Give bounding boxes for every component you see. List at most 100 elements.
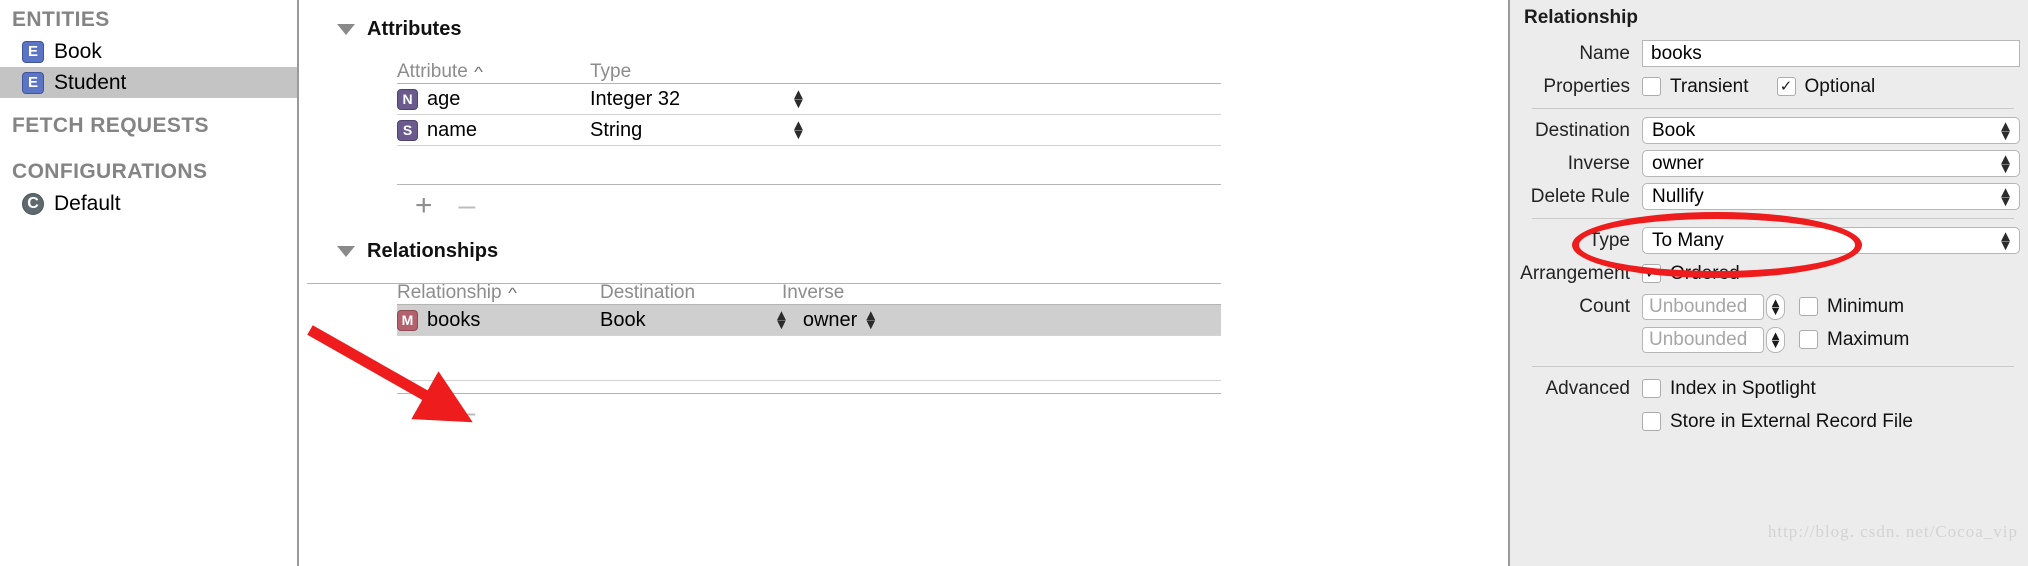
sidebar-item-label: Student [54,71,127,94]
relationship-destination: Book [600,308,646,331]
minimum-label: Minimum [1827,295,1905,317]
inspector-row-advanced: Advanced Index in Spotlight [1510,372,2028,405]
chevron-updown-icon: ▲ ▼ [1998,183,2013,210]
add-relationship-button[interactable]: + [415,396,433,430]
table-row[interactable]: S name String ▲ ▼ [397,115,1221,145]
chevron-down-icon[interactable] [337,24,355,35]
string-attribute-icon: S [397,119,418,141]
attribute-name: name [427,118,478,141]
remove-attribute-button[interactable]: – [459,189,476,223]
relationships-add-remove-controls: + – [397,394,1221,430]
inspector-row-external-record: Store in External Record File [1510,405,2028,438]
table-row[interactable]: M books Book ▲ ▼ owner ▲ ▼ [397,305,1221,335]
relationship-inspector-panel: Relationship Name books Properties Trans… [1508,0,2028,566]
delete-rule-label: Delete Rule [1530,185,1630,207]
sidebar-item-label: Book [54,40,102,63]
inspector-row-destination: Destination Book ▲ ▼ [1510,114,2028,147]
name-input[interactable]: books [1642,40,2020,67]
destination-value: Book [1652,119,1696,141]
inverse-popup-button[interactable]: owner ▲ ▼ [1642,150,2020,177]
inspector-row-type: Type To Many ▲ ▼ [1510,224,2028,257]
properties-label: Properties [1543,75,1630,97]
attribute-name-cell[interactable]: N age [397,88,590,111]
minimum-checkbox[interactable] [1799,297,1818,316]
count-maximum-input[interactable]: Unbounded [1642,326,1764,353]
entity-icon: E [22,40,44,63]
inverse-label: Inverse [1567,152,1630,174]
inspector-row-count-maximum: Unbounded ▲ ▼ Maximum [1510,323,2028,356]
sidebar-item-default[interactable]: C Default [0,188,297,219]
to-many-relationship-icon: M [397,309,418,331]
attribute-name-cell[interactable]: S name [397,119,590,142]
column-header-attribute[interactable]: Attribute ^ [397,61,590,83]
transient-checkbox[interactable] [1642,77,1661,96]
count-minimum-input[interactable]: Unbounded [1642,293,1764,320]
destination-stepper[interactable]: ▲ ▼ [774,307,789,332]
ordered-checkbox[interactable]: ✓ [1642,264,1661,283]
column-header-inverse[interactable]: Inverse [782,282,844,304]
relationships-section-label: Relationships [367,240,499,262]
type-stepper[interactable]: ▲ ▼ [791,86,806,111]
chevron-updown-icon: ▲ ▼ [1998,150,2013,177]
type-stepper[interactable]: ▲ ▼ [791,117,806,142]
attribute-type: Integer 32 [590,87,681,110]
attributes-section-header[interactable]: Attributes [337,18,461,41]
add-attribute-button[interactable]: + [415,189,433,223]
relationship-name-cell[interactable]: M books [397,309,600,332]
sort-ascending-icon: ^ [507,284,517,302]
count-maximum-stepper[interactable]: ▲ ▼ [1766,326,1785,353]
maximum-checkbox[interactable] [1799,330,1818,349]
chevron-updown-icon: ▲ ▼ [1998,117,2013,144]
configuration-icon: C [22,192,44,215]
number-attribute-icon: N [397,88,418,110]
relationship-destination-cell[interactable]: Book [600,309,768,332]
attributes-column-headers: Attribute ^ Type [397,55,1221,83]
column-header-label: Destination [600,282,696,303]
index-in-spotlight-checkbox[interactable] [1642,379,1661,398]
attributes-add-remove-controls: + – [397,185,1221,223]
column-header-relationship[interactable]: Relationship ^ [397,282,600,304]
relationships-section-header[interactable]: Relationships [337,240,498,263]
inspector-row-inverse: Inverse owner ▲ ▼ [1510,147,2028,180]
index-in-spotlight-label: Index in Spotlight [1670,377,1816,399]
count-label: Count [1579,295,1630,317]
sidebar-item-student[interactable]: E Student [0,67,297,98]
watermark-text: http://blog. csdn. net/Cocoa_vip [1767,522,2018,541]
optional-label: Optional [1804,75,1876,97]
entities-sidebar: ENTITIES E Book E Student FETCH REQUESTS… [0,0,299,566]
inspector-title: Relationship [1524,7,1639,28]
sidebar-item-book[interactable]: E Book [0,36,297,67]
column-header-destination[interactable]: Destination [600,282,782,304]
count-minimum-stepper[interactable]: ▲ ▼ [1766,293,1785,320]
name-label: Name [1579,42,1630,64]
relationships-column-headers: Relationship ^ Destination Inverse [397,276,1221,304]
inverse-stepper[interactable]: ▲ ▼ [863,307,878,332]
sort-ascending-icon: ^ [473,63,483,81]
sidebar-group-entities-header: ENTITIES [12,8,110,31]
attribute-type-cell[interactable]: String [590,119,785,142]
attributes-section-label: Attributes [367,18,462,40]
model-editor-main: Attributes Attribute ^ Type N age Intege… [299,0,1508,566]
core-data-model-editor-window: ENTITIES E Book E Student FETCH REQUESTS… [0,0,2028,566]
inverse-value: owner [1652,152,1704,174]
type-value: To Many [1652,229,1724,251]
optional-checkbox[interactable]: ✓ [1776,77,1796,96]
store-in-external-record-file-label: Store in External Record File [1670,410,1913,432]
table-row[interactable]: N age Integer 32 ▲ ▼ [397,84,1221,114]
column-header-label: Type [590,61,632,82]
attribute-type-cell[interactable]: Integer 32 [590,88,785,111]
column-header-type[interactable]: Type [590,61,631,83]
relationship-inverse-cell[interactable]: owner [803,309,857,332]
store-in-external-record-file-checkbox[interactable] [1642,412,1661,431]
inspector-row-count-minimum: Count Unbounded ▲ ▼ Minimum [1510,290,2028,323]
sidebar-group-configurations-header: CONFIGURATIONS [12,160,208,183]
destination-popup-button[interactable]: Book ▲ ▼ [1642,117,2020,144]
relationship-name: books [427,308,481,331]
chevron-updown-icon: ▲ ▼ [1998,227,2013,254]
chevron-down-icon[interactable] [337,246,355,257]
delete-rule-popup-button[interactable]: Nullify ▲ ▼ [1642,183,2020,210]
remove-relationship-button[interactable]: – [459,396,476,430]
advanced-label: Advanced [1545,377,1630,399]
type-popup-button[interactable]: To Many ▲ ▼ [1642,227,2020,254]
sidebar-group-fetch-requests-header: FETCH REQUESTS [12,114,209,137]
